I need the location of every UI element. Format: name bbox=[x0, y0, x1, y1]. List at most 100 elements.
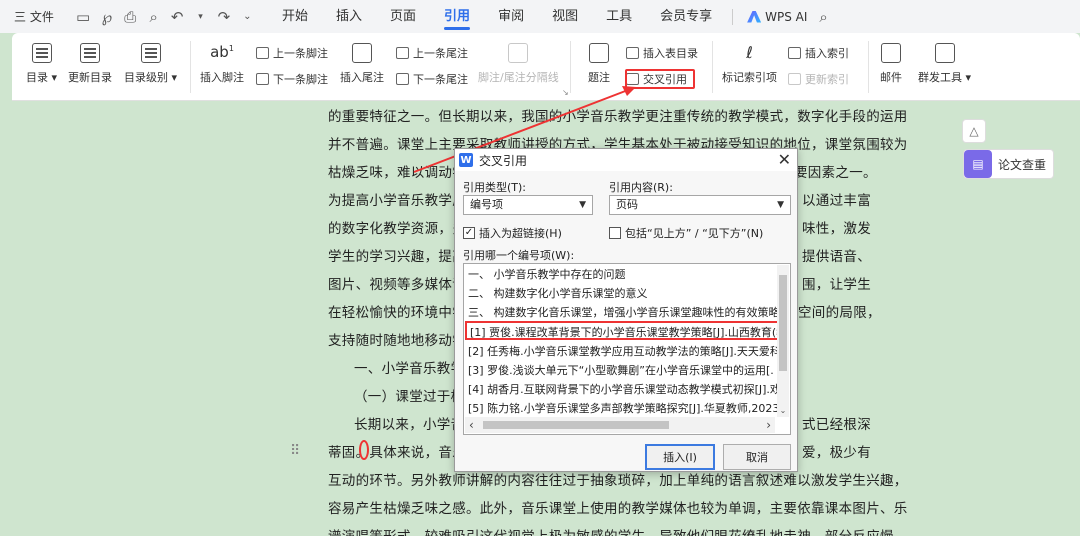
insert-footnote-button[interactable]: ab1 插入脚注 bbox=[200, 43, 244, 85]
collapse-up-icon[interactable]: △ bbox=[962, 119, 986, 143]
list-item[interactable]: [4] 胡香月.互联网背景下的小学音乐课堂动态教学模式初探[J].戏 bbox=[468, 380, 778, 399]
insert-endnote-label: 插入尾注 bbox=[340, 71, 384, 84]
scroll-right-icon[interactable]: › bbox=[766, 417, 771, 433]
list-item-selected[interactable]: [1] 贾俊.课程改革背景下的小学音乐课堂教学策略[J].山西教育(教 bbox=[465, 321, 781, 340]
scroll-thumb[interactable] bbox=[779, 275, 787, 371]
doc-line: 支持随时随地地移动学 bbox=[328, 333, 466, 349]
which-item-label: 引用哪一个编号项(W): bbox=[463, 249, 575, 262]
note-separator-button: 脚注/尾注分隔线 bbox=[478, 43, 559, 85]
toc-label: 目录 ▾ bbox=[26, 71, 58, 84]
above-below-checkbox[interactable]: 包括“见上方” / “见下方”(N) bbox=[609, 225, 763, 241]
tab-review[interactable]: 审阅 bbox=[484, 0, 538, 33]
search-icon[interactable]: ⌕ bbox=[815, 8, 827, 26]
doc-heading: 一、小学音乐教学 bbox=[354, 361, 465, 377]
list-item[interactable]: 二、 构建数字化小学音乐课堂的意义 bbox=[468, 284, 778, 303]
list-item[interactable]: [2] 任秀梅.小学音乐课堂教学应用互动教学法的策略[J].天天爱科 bbox=[468, 342, 778, 361]
doc-line: 互动的环节。另外教师讲解的内容往往过于抽象琐碎，加上单纯的语言叙述难以激发学生兴… bbox=[328, 473, 908, 489]
prev-endnote-label: 上一条尾注 bbox=[413, 47, 468, 60]
note-separator-icon bbox=[508, 43, 529, 63]
cross-reference-highlight bbox=[625, 69, 695, 89]
wps-ai-label: WPS AI bbox=[765, 9, 808, 24]
update-toc-label: 更新目录 bbox=[68, 71, 112, 84]
list-item[interactable]: 三、 构建数字化音乐课堂，增强小学音乐课堂趣味性的有效策略 bbox=[468, 303, 778, 322]
mark-index-entry-button[interactable]: ℓ 标记索引项 bbox=[722, 43, 777, 85]
close-icon[interactable]: ✕ bbox=[778, 149, 791, 171]
scroll-down-icon[interactable]: ⌄ bbox=[777, 406, 789, 415]
mail-button[interactable]: 邮件 bbox=[880, 43, 902, 85]
divider bbox=[570, 41, 571, 93]
tab-insert[interactable]: 插入 bbox=[322, 0, 376, 33]
print-preview-icon[interactable]: ⌕ bbox=[147, 8, 160, 26]
mail-merge-icon bbox=[934, 43, 955, 63]
doc-line: 在轻松愉快的环境中学 bbox=[328, 305, 466, 321]
insert-table-of-figures-button[interactable]: 插入表目录 bbox=[626, 45, 698, 61]
horizontal-scrollbar[interactable]: ‹ › bbox=[465, 417, 775, 433]
tab-page[interactable]: 页面 bbox=[376, 0, 430, 33]
insert-index-icon bbox=[788, 47, 801, 59]
file-menu[interactable]: 三 文件 bbox=[0, 8, 64, 25]
chevron-down-icon: ▼ bbox=[579, 200, 586, 210]
scroll-thumb[interactable] bbox=[483, 421, 669, 429]
toc-level-button[interactable]: 目录级别 ▾ bbox=[124, 43, 177, 85]
doc-line-right: 要因素之一。 bbox=[794, 165, 877, 181]
next-endnote-icon bbox=[396, 73, 409, 85]
toc-button[interactable]: 目录 ▾ bbox=[26, 43, 57, 85]
doc-line-right: 空间的局限， bbox=[798, 305, 881, 321]
insert-index-label: 插入索引 bbox=[805, 47, 849, 60]
ribbon-references: 目录 ▾ 更新目录 目录级别 ▾ ab1 插入脚注 上一条脚注 下一条脚注 插入… bbox=[12, 33, 1080, 101]
undo-icon[interactable]: ↶ bbox=[170, 8, 184, 26]
ref-type-select[interactable]: 编号项 ▼ bbox=[463, 195, 593, 215]
vertical-scrollbar[interactable]: ⌄ bbox=[777, 265, 789, 417]
wps-ai-button[interactable]: WPS AI bbox=[739, 10, 815, 24]
redo-icon[interactable]: ↷ bbox=[217, 8, 231, 26]
tab-member[interactable]: 会员专享 bbox=[646, 0, 726, 33]
paper-check-label: 论文查重 bbox=[998, 157, 1047, 172]
divider bbox=[868, 41, 869, 93]
prev-footnote-icon bbox=[256, 47, 269, 59]
prev-endnote-icon bbox=[396, 47, 409, 59]
more-icon[interactable]: ⌄ bbox=[241, 11, 254, 22]
tab-home[interactable]: 开始 bbox=[268, 0, 322, 33]
tab-tools[interactable]: 工具 bbox=[592, 0, 646, 33]
mail-merge-button[interactable]: 群发工具 ▾ bbox=[918, 43, 971, 85]
doc-line: 的数字化教学资源，多 bbox=[328, 221, 466, 237]
next-footnote-button[interactable]: 下一条脚注 bbox=[256, 71, 328, 87]
doc-line-right: 围，让学生 bbox=[802, 277, 871, 293]
export-icon[interactable]: ℘ bbox=[100, 8, 113, 26]
quick-access-toolbar: ▭ ℘ ⎙ ⌕ ↶ ▾ ↷ ⌄ bbox=[64, 8, 254, 26]
numbered-items-list[interactable]: 一、 小学音乐教学中存在的问题 二、 构建数字化小学音乐课堂的意义 三、 构建数… bbox=[463, 263, 791, 435]
cancel-button[interactable]: 取消 bbox=[723, 444, 791, 470]
doc-line-right: 味性，激发 bbox=[802, 221, 871, 237]
next-endnote-label: 下一条尾注 bbox=[413, 73, 468, 86]
prev-footnote-button[interactable]: 上一条脚注 bbox=[256, 45, 328, 61]
toc-level-label: 目录级别 ▾ bbox=[124, 71, 178, 84]
update-index-button: 更新索引 bbox=[788, 71, 849, 87]
caption-button[interactable]: 题注 bbox=[588, 43, 610, 85]
hyperlink-checkbox[interactable]: ✓ 插入为超链接(H) bbox=[463, 225, 562, 241]
list-item[interactable]: [3] 罗俊.浅谈大单元下“小型歌舞剧”在小学音乐课堂中的运用[. bbox=[468, 361, 778, 380]
scroll-left-icon[interactable]: ‹ bbox=[469, 417, 474, 433]
update-toc-button[interactable]: 更新目录 bbox=[68, 43, 112, 85]
footnote-icon: ab1 bbox=[210, 43, 234, 61]
checkbox-checked-icon: ✓ bbox=[463, 227, 475, 239]
next-endnote-button[interactable]: 下一条尾注 bbox=[396, 71, 468, 87]
drag-handle-icon[interactable]: ⠿ bbox=[290, 443, 300, 459]
print-icon[interactable]: ⎙ bbox=[124, 8, 137, 26]
tab-references[interactable]: 引用 bbox=[430, 0, 484, 33]
dialog-launcher-icon[interactable]: ↘ bbox=[562, 88, 569, 97]
save-icon[interactable]: ▭ bbox=[76, 8, 90, 26]
paper-check-button[interactable]: ▤ 论文查重 bbox=[963, 149, 1054, 179]
doc-line-right: 以通过丰富 bbox=[802, 193, 871, 209]
wps-ai-icon bbox=[747, 10, 762, 23]
ref-content-select[interactable]: 页码 ▼ bbox=[609, 195, 791, 215]
caption-icon bbox=[589, 43, 609, 63]
doc-line: 为提高小学音乐教学质 bbox=[328, 193, 466, 209]
tab-view[interactable]: 视图 bbox=[538, 0, 592, 33]
list-item[interactable]: 一、 小学音乐教学中存在的问题 bbox=[468, 265, 778, 284]
insert-endnote-button[interactable]: 插入尾注 bbox=[340, 43, 384, 85]
list-item[interactable]: [5] 陈力铭.小学音乐课堂多声部教学策略探究[J].华夏教师,2023(3 bbox=[468, 399, 778, 418]
prev-endnote-button[interactable]: 上一条尾注 bbox=[396, 45, 468, 61]
undo-dropdown-icon[interactable]: ▾ bbox=[194, 12, 207, 22]
insert-button[interactable]: 插入(I) bbox=[645, 444, 715, 470]
insert-index-button[interactable]: 插入索引 bbox=[788, 45, 849, 61]
